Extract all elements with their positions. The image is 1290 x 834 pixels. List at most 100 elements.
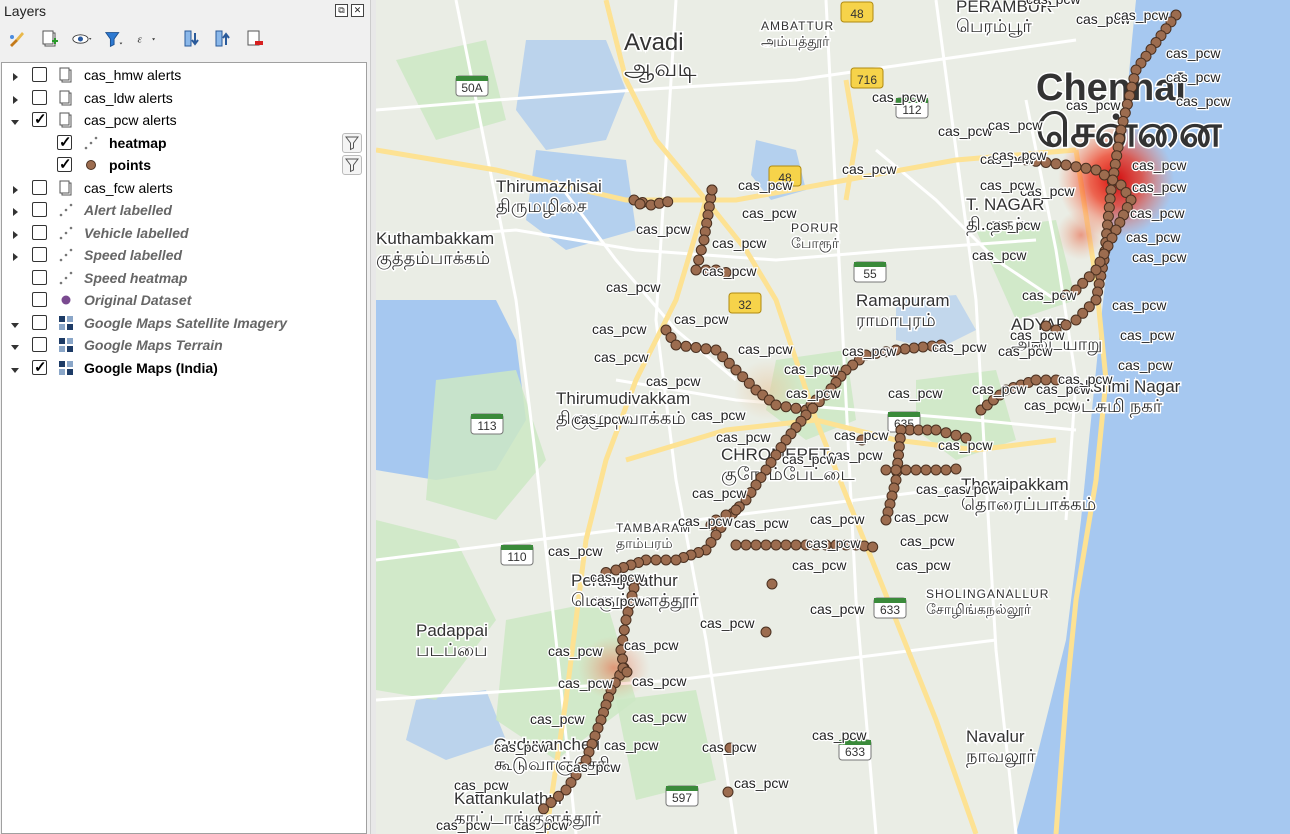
layer-row[interactable]: Speed heatmap bbox=[2, 267, 366, 289]
map-canvas[interactable]: Avadi ஆவடி Chennai சென்னை AMBATTUR அம்பத்தூர்… bbox=[376, 0, 1290, 834]
point-label: cas_pcw bbox=[900, 533, 955, 549]
alert-point bbox=[706, 184, 718, 196]
layer-visibility-checkbox[interactable] bbox=[32, 67, 47, 82]
chevron-right-icon[interactable] bbox=[10, 70, 20, 81]
place-name-tamil: தாம்பரம் bbox=[616, 535, 673, 552]
collapse-all-icon[interactable] bbox=[212, 28, 234, 50]
point-label: cas_pcw bbox=[691, 407, 746, 423]
layer-row[interactable]: Google Maps Terrain bbox=[2, 334, 366, 356]
point-layer-icon bbox=[57, 269, 75, 287]
place-name-tamil: குத்தம்பாக்கம் bbox=[376, 248, 490, 270]
point-label: cas_pcw bbox=[1024, 397, 1079, 413]
layer-row[interactable]: Original Dataset bbox=[2, 289, 366, 311]
point-label: cas_pcw bbox=[1126, 229, 1181, 245]
chevron-right-icon[interactable] bbox=[10, 183, 20, 194]
filter-icon[interactable] bbox=[342, 155, 362, 175]
style-manager-icon[interactable] bbox=[6, 28, 28, 50]
alert-point bbox=[700, 343, 712, 355]
chevron-right-icon[interactable] bbox=[10, 205, 20, 216]
layer-visibility-checkbox[interactable] bbox=[32, 179, 47, 195]
alert-point bbox=[790, 402, 802, 414]
shield-number: 48 bbox=[850, 7, 864, 21]
layer-visibility-checkbox[interactable] bbox=[57, 133, 72, 151]
layer-row[interactable]: cas_pcw alerts bbox=[2, 109, 366, 131]
heatmap-hotspot bbox=[1056, 210, 1106, 260]
chevron-right-icon[interactable] bbox=[10, 250, 20, 261]
point-label: cas_pcw bbox=[1176, 93, 1231, 109]
close-panel-button[interactable]: ✕ bbox=[351, 4, 364, 17]
alert-point bbox=[880, 464, 892, 476]
layer-visibility-checkbox[interactable] bbox=[32, 247, 47, 262]
alert-point bbox=[618, 624, 630, 636]
point-label: cas_pcw bbox=[810, 601, 865, 617]
layer-visibility-checkbox[interactable] bbox=[32, 89, 47, 105]
layer-row[interactable]: Speed labelled bbox=[2, 244, 366, 266]
svg-text:ε: ε bbox=[137, 34, 142, 46]
layer-name: Original Dataset bbox=[84, 292, 192, 308]
place-name-tamil: நாவலூர் bbox=[966, 746, 1036, 768]
point-label: cas_pcw bbox=[1010, 327, 1065, 343]
float-panel-button[interactable]: ⧉ bbox=[335, 4, 348, 17]
shield-number: 50A bbox=[461, 81, 482, 95]
add-group-icon[interactable] bbox=[39, 28, 61, 50]
layer-visibility-checkbox[interactable] bbox=[32, 314, 47, 330]
chevron-down-icon[interactable] bbox=[10, 340, 20, 350]
layer-visibility-checkbox[interactable] bbox=[32, 202, 47, 217]
shield-number: 716 bbox=[857, 73, 877, 87]
chevron-down-icon[interactable] bbox=[10, 318, 20, 328]
layer-visibility-checkbox[interactable] bbox=[57, 155, 72, 173]
point-label: cas_pcw bbox=[574, 411, 629, 427]
layer-row[interactable]: heatmap bbox=[2, 132, 366, 154]
expand-all-icon[interactable] bbox=[181, 28, 203, 50]
place-name: Avadi bbox=[624, 29, 684, 56]
point-layer-icon bbox=[57, 224, 75, 242]
alert-point bbox=[1080, 162, 1092, 174]
shield-number: 597 bbox=[672, 791, 692, 805]
highway-shield: 633 bbox=[873, 597, 907, 619]
chevron-down-icon[interactable] bbox=[10, 363, 20, 373]
filter-icon[interactable] bbox=[342, 132, 362, 153]
point-label: cas_pcw bbox=[944, 481, 999, 497]
layer-row[interactable]: Google Maps (India) bbox=[2, 357, 366, 379]
layer-tree[interactable]: cas_hmw alerts cas_ldw alerts cas_pcw aler… bbox=[1, 62, 367, 834]
layer-visibility-checkbox[interactable] bbox=[32, 337, 47, 352]
layer-row[interactable]: Vehicle labelled bbox=[2, 222, 366, 244]
alert-point bbox=[620, 614, 632, 626]
raster-layer-icon bbox=[57, 359, 75, 377]
layer-name: Speed heatmap bbox=[84, 269, 188, 286]
point-label: cas_pcw bbox=[624, 637, 679, 653]
layer-name: points bbox=[109, 157, 151, 173]
alert-point bbox=[910, 464, 922, 476]
brown-point-icon bbox=[82, 156, 100, 174]
manage-map-themes-icon[interactable] bbox=[72, 28, 94, 50]
highway-shield: 597 bbox=[665, 785, 699, 807]
chevron-right-icon[interactable] bbox=[10, 228, 20, 239]
point-label: cas_pcw bbox=[604, 737, 659, 753]
chevron-right-icon[interactable] bbox=[10, 93, 20, 104]
remove-layer-icon[interactable] bbox=[244, 28, 266, 50]
layer-row[interactable]: Google Maps Satellite Imagery bbox=[2, 312, 366, 334]
layer-visibility-checkbox[interactable] bbox=[32, 110, 47, 128]
filter-legend-icon[interactable] bbox=[104, 28, 126, 50]
layer-row[interactable]: points bbox=[2, 154, 366, 176]
layer-visibility-checkbox[interactable] bbox=[32, 292, 47, 307]
point-label: cas_pcw bbox=[594, 349, 649, 365]
alert-point bbox=[790, 539, 802, 551]
layer-row[interactable]: cas_ldw alerts bbox=[2, 87, 366, 109]
point-label: cas_pcw bbox=[1022, 287, 1077, 303]
layer-visibility-checkbox[interactable] bbox=[32, 358, 47, 376]
layer-name: heatmap bbox=[109, 134, 167, 151]
layer-name: Google Maps (India) bbox=[84, 359, 218, 376]
layer-row[interactable]: cas_hmw alerts bbox=[2, 64, 366, 86]
point-label: cas_pcw bbox=[872, 89, 927, 105]
layer-row[interactable]: cas_fcw alerts bbox=[2, 177, 366, 199]
highway-shield: 55 bbox=[853, 261, 887, 283]
layer-visibility-checkbox[interactable] bbox=[32, 269, 47, 285]
layer-row[interactable]: Alert labelled bbox=[2, 199, 366, 221]
layer-visibility-checkbox[interactable] bbox=[32, 224, 47, 240]
point-label: cas_pcw bbox=[436, 817, 491, 833]
filter-by-expression-icon[interactable]: ε bbox=[136, 28, 158, 50]
place-name: Kuthambakkam bbox=[376, 229, 494, 248]
chevron-down-icon[interactable] bbox=[10, 115, 20, 125]
point-label: cas_pcw bbox=[712, 235, 767, 251]
